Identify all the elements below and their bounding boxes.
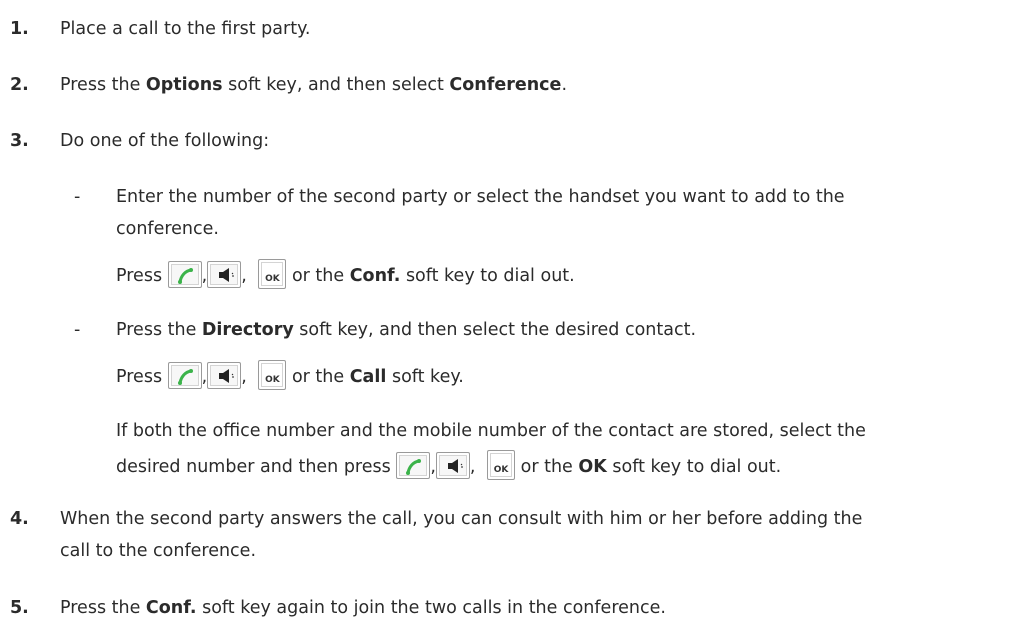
soft-key-name: Directory — [201, 320, 294, 340]
option-text: conference. — [116, 219, 219, 239]
ok-key-label: OK — [265, 274, 280, 284]
step-text: call to the conference. — [60, 541, 257, 561]
text-run: Press — [116, 266, 163, 286]
step-text: Press the Options soft key, and then sel… — [60, 74, 567, 96]
ok-key-icon: OK — [258, 259, 287, 289]
step-text: Do one of the following: — [60, 131, 270, 151]
handset-off-hook-icon — [167, 361, 202, 389]
menu-item-name: Conference — [449, 75, 562, 95]
ok-key-label: OK — [265, 375, 280, 385]
soft-key-name: OK — [578, 457, 607, 477]
note-text: If both the office number and the mobile… — [116, 421, 866, 441]
step-text: Place a call to the first party. — [60, 19, 311, 39]
speakerphone-icon — [435, 451, 470, 479]
soft-key-name: Options — [145, 75, 223, 95]
text-run: soft key to dial out. — [405, 266, 575, 286]
press-keys-line: desired number and then press ,, OK or t… — [116, 450, 782, 480]
press-keys-line: Press ,, OK or the Call soft key. — [116, 360, 464, 390]
text-run: Press — [116, 367, 163, 387]
step-number: 2. — [10, 75, 29, 95]
handset-off-hook-icon — [167, 260, 202, 288]
step-number: 1. — [10, 19, 29, 39]
step-text: When the second party answers the call, … — [60, 509, 863, 529]
text-run: Press the — [60, 75, 146, 95]
ok-key-label: OK — [493, 465, 509, 475]
text-run: soft key again to join the two calls in … — [196, 598, 666, 618]
speakerphone-icon — [207, 260, 242, 288]
soft-key-name: Call — [349, 367, 387, 387]
speakerphone-icon — [207, 361, 242, 389]
text-run: Press the — [60, 598, 146, 618]
step-number: 3. — [10, 131, 29, 151]
handset-off-hook-icon — [396, 451, 431, 479]
ok-key-icon: OK — [258, 360, 287, 390]
text-run: or the — [520, 457, 573, 477]
text-run: . — [561, 75, 568, 95]
text-run: desired number and then press — [116, 457, 391, 477]
soft-key-name: Conf. — [349, 266, 401, 286]
step-text: Press the Conf. soft key again to join t… — [60, 597, 666, 619]
option-dash: - — [74, 187, 81, 207]
soft-key-name: Conf. — [145, 598, 197, 618]
text-run: soft key. — [391, 367, 464, 387]
text-run: Press the — [116, 320, 202, 340]
text-run: or the — [291, 367, 345, 387]
press-keys-line: Press ,, OK or the Conf. soft key to dia… — [116, 259, 575, 289]
option-text: Press the Directory soft key, and then s… — [116, 319, 696, 341]
ok-key-icon: OK — [487, 450, 516, 480]
option-dash: - — [74, 320, 81, 340]
option-text: Enter the number of the second party or … — [116, 187, 845, 207]
text-run: soft key, and then select the desired co… — [293, 320, 697, 340]
text-run: soft key, and then select — [222, 75, 450, 95]
step-number: 4. — [10, 509, 29, 529]
text-run: soft key to dial out. — [612, 457, 782, 477]
instruction-page: 1. Place a call to the first party. 2. P… — [0, 0, 1025, 636]
text-run: or the — [291, 266, 345, 286]
step-number: 5. — [10, 598, 29, 618]
